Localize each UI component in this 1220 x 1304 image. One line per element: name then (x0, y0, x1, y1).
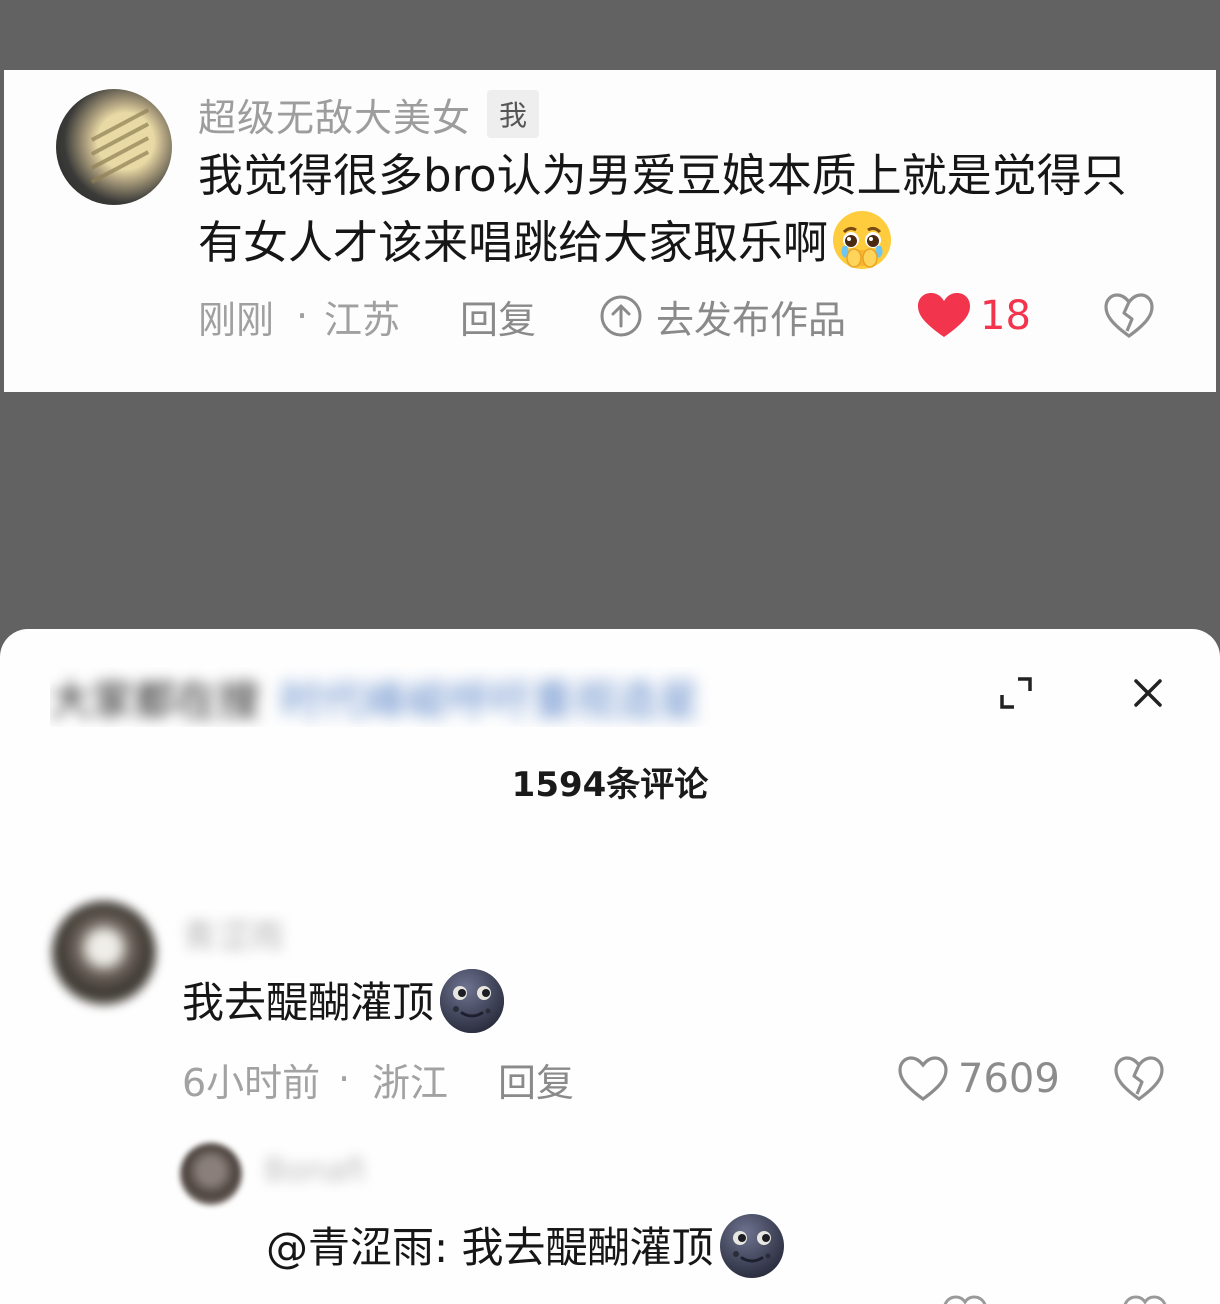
location: 江苏 (324, 297, 401, 342)
new-moon-face-emoji (719, 1214, 784, 1278)
comment-meta: 6小时前 · 浙江 回复 7609 (182, 1049, 1182, 1109)
avatar[interactable] (180, 1143, 242, 1205)
comment-text-content: @青涩雨: 我去醍醐灌顶 (266, 1223, 714, 1272)
pleading-face-emoji (833, 211, 892, 269)
comment-text: 我觉得很多bro认为男爱豆娘本质上就是觉得只有女人才该来唱跳给大家取乐啊 (198, 144, 1158, 275)
comment-meta: 刚刚 · 江苏 回复 去发布作品 18 (198, 290, 1158, 342)
comment-text: 我去醍醐灌顶 (182, 967, 506, 1036)
timestamp: 6小时前 (182, 1060, 321, 1105)
comment-text-content: 我去醍醐灌顶 (182, 978, 435, 1027)
close-icon[interactable] (1128, 673, 1168, 713)
broken-heart-icon (1104, 293, 1154, 338)
reply-button[interactable]: 回复 (460, 290, 536, 342)
like-count: 7609 (958, 1056, 1060, 1102)
upload-arrow-icon (600, 295, 642, 337)
comment-text: @青涩雨: 我去醍醐灌顶 (266, 1212, 786, 1281)
avatar[interactable] (56, 89, 172, 205)
like-count: 18 (980, 293, 1031, 339)
dislike-button[interactable] (1114, 1049, 1164, 1109)
comment-text-content: 我觉得很多bro认为男爱豆娘本质上就是觉得只有女人才该来唱跳给大家取乐啊 (198, 149, 1127, 269)
separator-dot: · (296, 294, 309, 338)
publish-work-label: 去发布作品 (656, 297, 847, 342)
username[interactable]: 超级无敌大美女 (198, 87, 471, 142)
expand-icon[interactable] (996, 673, 1036, 713)
me-badge: 我 (487, 90, 540, 138)
sheet-title: 大家都在搜 时代峰峻呼吁重视造星 (50, 667, 810, 727)
highlighted-comment-card: 超级无敌大美女 我 我觉得很多bro认为男爱豆娘本质上就是觉得只有女人才该来唱跳… (4, 70, 1216, 392)
search-hint-label: 大家都在搜 (50, 676, 261, 725)
reply-button[interactable]: 回复 (498, 1049, 574, 1109)
timestamp: 刚刚 (198, 297, 275, 342)
trending-search-link[interactable]: 时代峰峻呼吁重视造星 (280, 667, 700, 727)
username[interactable]: 青涩雨 (182, 909, 284, 958)
username[interactable]: Bonafi (264, 1151, 366, 1189)
publish-work-button[interactable]: 去发布作品 (598, 290, 846, 342)
heart-filled-icon (918, 293, 970, 337)
separator-dot: · (338, 1057, 351, 1101)
like-button[interactable]: 7609 (898, 1049, 1060, 1109)
like-button[interactable]: 18 (918, 290, 1031, 342)
dislike-button[interactable] (1104, 290, 1154, 342)
avatar[interactable] (52, 901, 156, 1005)
location: 浙江 (372, 1060, 449, 1105)
reply-action-icons-partial (943, 1295, 1167, 1304)
new-moon-face-emoji (440, 969, 505, 1033)
heart-outline-icon (898, 1056, 948, 1101)
comment-sheet: 大家都在搜 时代峰峻呼吁重视造星 1594条评论 青涩雨 我去醍醐灌顶 6小时前 … (0, 629, 1220, 1304)
comment-header: 超级无敌大美女 我 (198, 90, 540, 140)
comment-count: 1594条评论 (511, 765, 709, 805)
broken-heart-icon (1114, 1056, 1164, 1101)
